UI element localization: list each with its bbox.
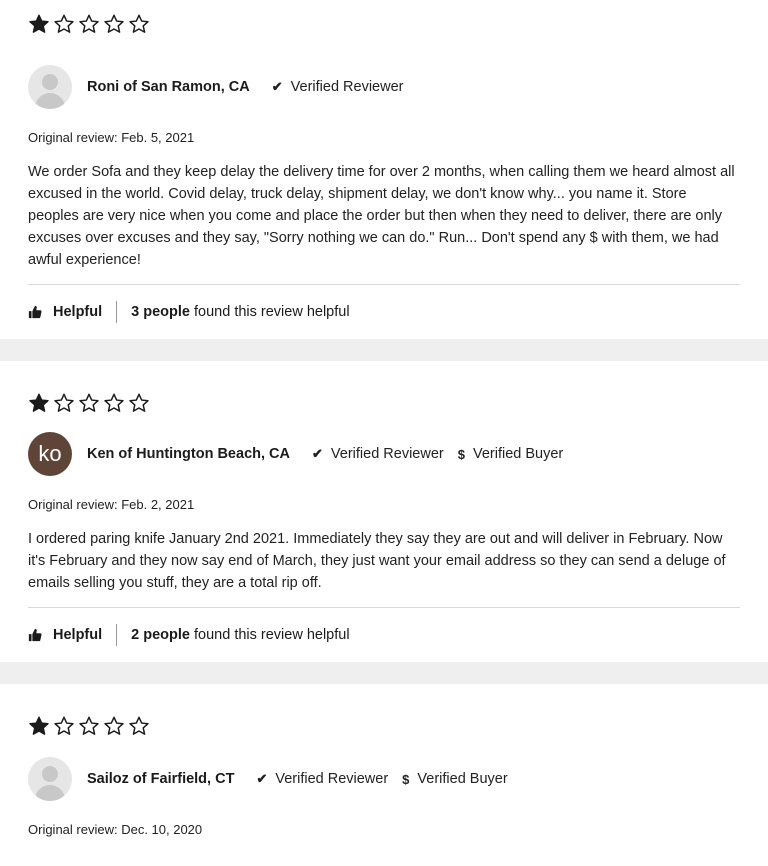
- thumbs-up-icon: [28, 628, 42, 642]
- separator: [116, 624, 118, 646]
- review-date: Original review: Feb. 5, 2021: [28, 130, 195, 145]
- helpful-row: Helpful 3 people found this review helpf…: [28, 285, 740, 339]
- verified-reviewer-badge: ✔ Verified Reviewer: [271, 79, 404, 95]
- star-empty-icon: [128, 715, 150, 737]
- dollar-icon: $: [402, 771, 410, 787]
- avatar: [28, 65, 72, 109]
- thumbs-up-icon: [28, 305, 42, 319]
- star-empty-icon: [53, 715, 75, 737]
- helpful-count: 2 people found this review helpful: [131, 627, 350, 643]
- checkmark-icon: ✔: [256, 771, 268, 786]
- avatar: [28, 757, 72, 801]
- star-rating: [28, 12, 740, 36]
- review-date: Original review: Feb. 2, 2021: [28, 497, 195, 512]
- star-empty-icon: [78, 13, 100, 35]
- star-empty-icon: [103, 392, 125, 414]
- helpful-count: 3 people found this review helpful: [131, 304, 350, 320]
- review-date: Original review: Dec. 10, 2020: [28, 822, 203, 837]
- star-empty-icon: [103, 715, 125, 737]
- checkmark-icon: ✔: [271, 79, 283, 94]
- verified-buyer-badge: $ Verified Buyer: [457, 446, 564, 462]
- author-row: Roni of San Ramon, CA ✔ Verified Reviewe…: [28, 63, 740, 111]
- review-text: I ordered paring knife January 2nd 2021.…: [28, 531, 726, 591]
- helpful-button[interactable]: Helpful: [28, 627, 102, 643]
- star-empty-icon: [128, 392, 150, 414]
- review-separator-band: [0, 662, 768, 684]
- dollar-icon: $: [457, 446, 465, 462]
- author-name[interactable]: Sailoz of Fairfield, CT: [87, 771, 234, 787]
- star-empty-icon: [78, 715, 100, 737]
- star-empty-icon: [128, 13, 150, 35]
- helpful-row: Helpful 2 people found this review helpf…: [28, 608, 740, 662]
- author-row: ko Ken of Huntington Beach, CA ✔ Verifie…: [28, 430, 740, 478]
- verified-reviewer-badge: ✔ Verified Reviewer: [312, 446, 444, 462]
- star-empty-icon: [103, 13, 125, 35]
- star-empty-icon: [78, 392, 100, 414]
- star-empty-icon: [53, 392, 75, 414]
- review-text: We order Sofa and they keep delay the de…: [28, 164, 735, 268]
- review-separator-band: [0, 339, 768, 361]
- avatar: ko: [28, 432, 72, 476]
- verified-buyer-badge: $ Verified Buyer: [402, 771, 508, 787]
- review-card-1: Roni of San Ramon, CA ✔ Verified Reviewe…: [0, 0, 768, 339]
- star-filled-icon: [28, 715, 50, 737]
- author-name[interactable]: Ken of Huntington Beach, CA: [87, 446, 290, 462]
- star-rating: [28, 714, 740, 738]
- checkmark-icon: ✔: [312, 446, 323, 461]
- verified-reviewer-badge: ✔ Verified Reviewer: [256, 771, 389, 787]
- star-filled-icon: [28, 392, 50, 414]
- review-card-3: Sailoz of Fairfield, CT ✔ Verified Revie…: [0, 684, 768, 837]
- star-rating: [28, 391, 740, 415]
- author-name[interactable]: Roni of San Ramon, CA: [87, 79, 250, 95]
- star-empty-icon: [53, 13, 75, 35]
- star-filled-icon: [28, 13, 50, 35]
- review-card-2: ko Ken of Huntington Beach, CA ✔ Verifie…: [0, 361, 768, 662]
- separator: [116, 301, 118, 323]
- author-row: Sailoz of Fairfield, CT ✔ Verified Revie…: [28, 755, 740, 803]
- helpful-button[interactable]: Helpful: [28, 304, 102, 320]
